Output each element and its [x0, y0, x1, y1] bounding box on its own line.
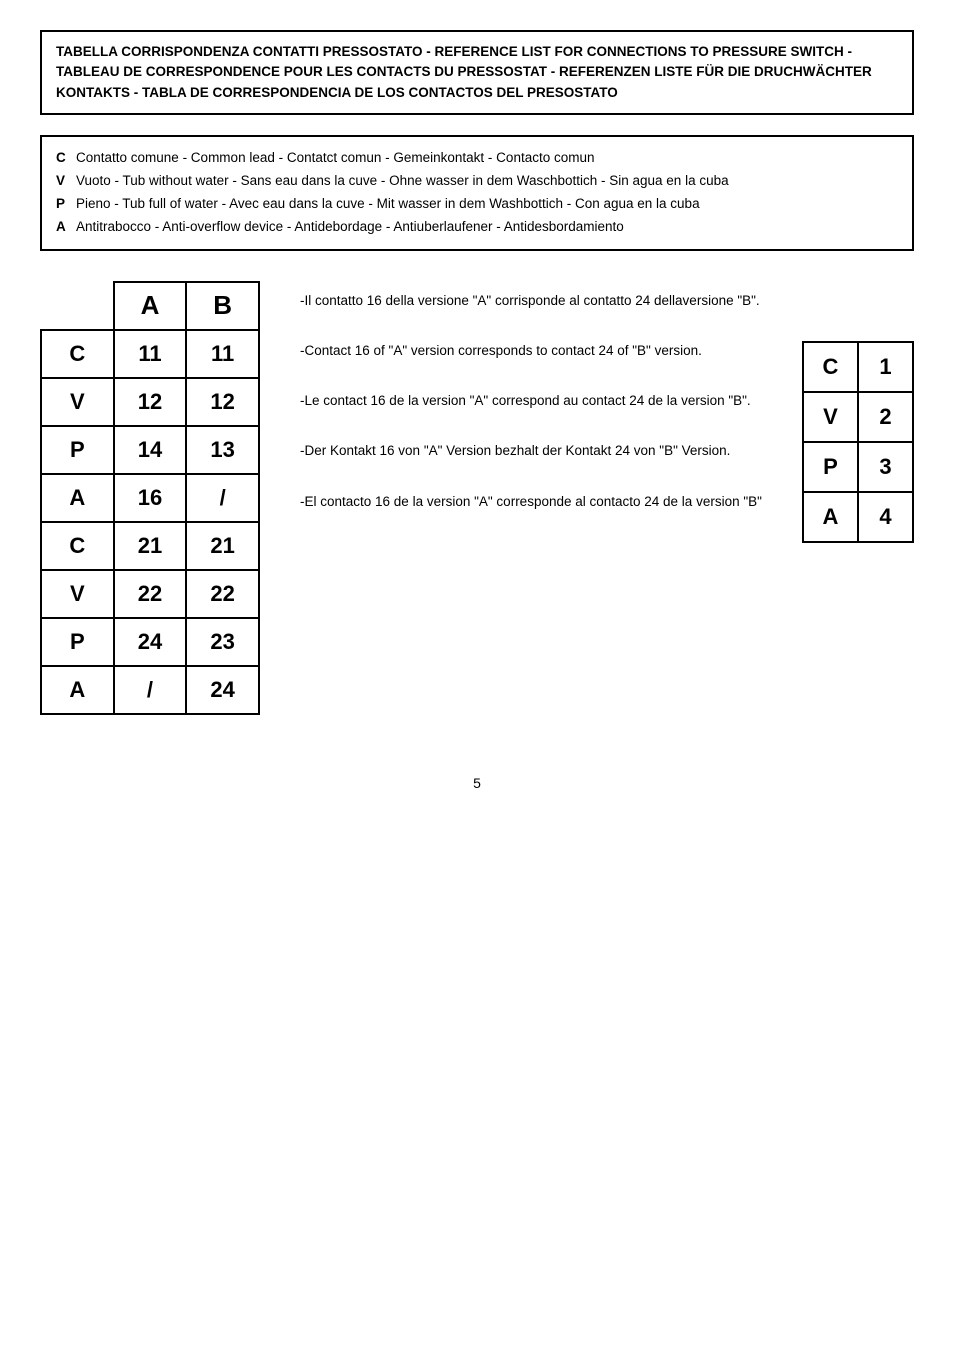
note-block: -El contacto 16 de la version "A" corres… — [300, 492, 762, 512]
table-section: A B C1111V1212P1413A16/C2121V2222P2423A/… — [40, 281, 260, 715]
row-label: C — [41, 522, 114, 570]
col-a-value: 14 — [114, 426, 187, 474]
legend-key: V — [56, 170, 68, 193]
col-b-value: 11 — [186, 330, 259, 378]
table-row: C2121 — [41, 522, 259, 570]
legend-key: A — [56, 216, 68, 239]
main-content: A B C1111V1212P1413A16/C2121V2222P2423A/… — [40, 281, 914, 715]
col-a-value: 16 — [114, 474, 187, 522]
row-label: V — [41, 570, 114, 618]
col-a-value: 11 — [114, 330, 187, 378]
legend-item: A Antitrabocco - Anti-overflow device - A… — [56, 216, 898, 239]
legend-key: P — [56, 193, 68, 216]
table-row: V1212 — [41, 378, 259, 426]
table-row: A16/ — [41, 474, 259, 522]
table-row: V2222 — [41, 570, 259, 618]
col-a-value: 22 — [114, 570, 187, 618]
small-label: V — [803, 392, 858, 442]
legend-key: C — [56, 147, 68, 170]
col-b-value: 21 — [186, 522, 259, 570]
legend-item: C Contatto comune - Common lead - Contatc… — [56, 147, 898, 170]
small-value: 1 — [858, 342, 913, 392]
small-label: C — [803, 342, 858, 392]
row-label: A — [41, 474, 114, 522]
row-label: V — [41, 378, 114, 426]
small-value: 4 — [858, 492, 913, 542]
note-block: -Il contatto 16 della versione "A" corri… — [300, 291, 762, 311]
table-row: A/24 — [41, 666, 259, 714]
legend-value: Antitrabocco - Anti-overflow device - An… — [76, 216, 624, 239]
col-b-value: 13 — [186, 426, 259, 474]
legend-item: P Pieno - Tub full of water - Avec eau da… — [56, 193, 898, 216]
col-b-value: 12 — [186, 378, 259, 426]
table-row: P2423 — [41, 618, 259, 666]
col-a-value: 24 — [114, 618, 187, 666]
legend-value: Contatto comune - Common lead - Contatct… — [76, 147, 594, 170]
page-number: 5 — [40, 775, 914, 791]
note-block: -Le contact 16 de la version "A" corresp… — [300, 391, 762, 411]
row-label: A — [41, 666, 114, 714]
small-label: P — [803, 442, 858, 492]
col-a-value: / — [114, 666, 187, 714]
header-a: A — [114, 282, 187, 330]
table-row: C1111 — [41, 330, 259, 378]
small-table-row: A4 — [803, 492, 913, 542]
col-b-value: 24 — [186, 666, 259, 714]
small-table-row: C1 — [803, 342, 913, 392]
col-a-value: 12 — [114, 378, 187, 426]
header-b: B — [186, 282, 259, 330]
small-label: A — [803, 492, 858, 542]
header-text: TABELLA CORRISPONDENZA CONTATTI PRESSOST… — [56, 44, 872, 100]
small-table-row: P3 — [803, 442, 913, 492]
note-block: -Der Kontakt 16 von "A" Version bezhalt … — [300, 441, 762, 461]
row-label: P — [41, 618, 114, 666]
header-empty — [41, 282, 114, 330]
col-a-value: 21 — [114, 522, 187, 570]
col-b-value: / — [186, 474, 259, 522]
main-correspondence-table: A B C1111V1212P1413A16/C2121V2222P2423A/… — [40, 281, 260, 715]
note-block: -Contact 16 of "A" version corresponds t… — [300, 341, 762, 361]
legend-box: C Contatto comune - Common lead - Contatc… — [40, 135, 914, 251]
row-label: C — [41, 330, 114, 378]
legend-item: V Vuoto - Tub without water - Sans eau da… — [56, 170, 898, 193]
table-header-row: A B — [41, 282, 259, 330]
small-value: 2 — [858, 392, 913, 442]
table-row: P1413 — [41, 426, 259, 474]
small-value: 3 — [858, 442, 913, 492]
col-b-value: 22 — [186, 570, 259, 618]
row-label: P — [41, 426, 114, 474]
legend-value: Vuoto - Tub without water - Sans eau dan… — [76, 170, 729, 193]
small-table-row: V2 — [803, 392, 913, 442]
right-section: C1V2P3A4 — [802, 281, 914, 543]
notes-section: -Il contatto 16 della versione "A" corri… — [300, 281, 762, 522]
legend-value: Pieno - Tub full of water - Avec eau dan… — [76, 193, 700, 216]
small-table: C1V2P3A4 — [802, 341, 914, 543]
header-box: TABELLA CORRISPONDENZA CONTATTI PRESSOST… — [40, 30, 914, 115]
col-b-value: 23 — [186, 618, 259, 666]
